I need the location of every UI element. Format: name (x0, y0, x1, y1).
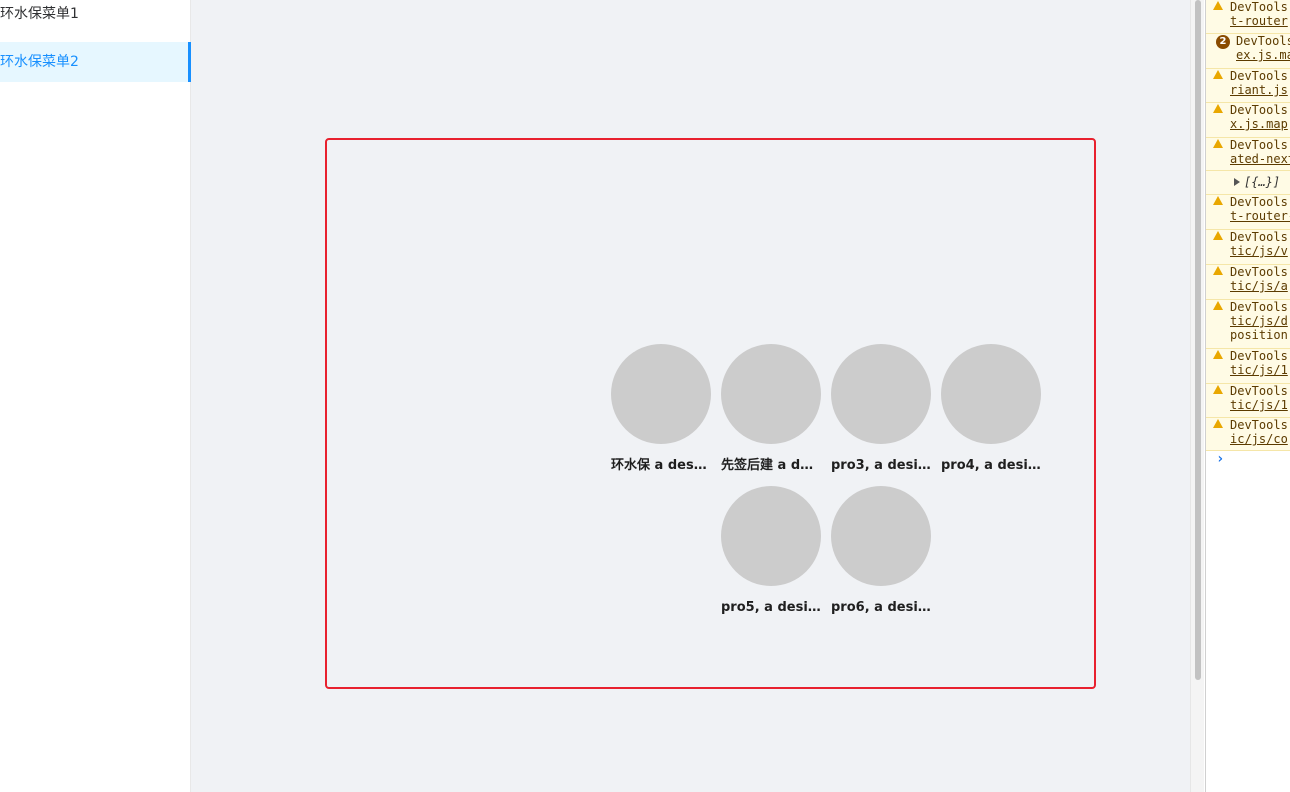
warning-icon (1213, 196, 1223, 205)
console-warning-row[interactable]: DevTools ated-next (1206, 138, 1290, 171)
console-warning-row[interactable]: DevTools tic/js/v (1206, 230, 1290, 265)
console-message: DevTools (1230, 0, 1288, 14)
project-caption: pro5, a design language (721, 600, 821, 615)
devtools-console-panel: DevTools t-router 2 DevTools ex.js.ma De… (1205, 0, 1290, 792)
console-source-link[interactable]: riant.js (1230, 83, 1288, 97)
content-frame: 环水保 a design language 先签后建 a design lang… (325, 138, 1096, 689)
warning-icon (1213, 266, 1223, 275)
console-message: DevTools (1230, 138, 1288, 152)
console-message: DevTools (1230, 384, 1288, 398)
main-content: 环水保 a design language 先签后建 a design lang… (191, 0, 1190, 792)
console-message: DevTools (1230, 69, 1288, 83)
repeat-count-badge: 2 (1216, 35, 1230, 49)
warning-icon (1213, 1, 1223, 10)
project-avatar (721, 344, 821, 444)
project-avatar (831, 486, 931, 586)
console-warning-row[interactable]: DevTools ic/js/co (1206, 418, 1290, 451)
warning-icon (1213, 104, 1223, 113)
console-source-link[interactable]: tic/js/1 (1230, 363, 1288, 377)
sidebar-item-menu1[interactable]: 环水保菜单1 (0, 0, 191, 34)
project-card[interactable]: pro6, a design language (831, 486, 931, 616)
project-caption: pro3, a design language (831, 458, 931, 473)
console-source-link[interactable]: tic/js/d (1230, 314, 1288, 328)
warning-icon (1213, 385, 1223, 394)
sidebar-item-menu2[interactable]: 环水保菜单2 (0, 42, 191, 82)
warning-icon (1213, 70, 1223, 79)
warning-icon (1213, 139, 1223, 148)
console-message: DevTools (1230, 418, 1288, 432)
project-caption: 环水保 a design language (611, 458, 711, 473)
scrollbar-thumb[interactable] (1195, 0, 1201, 680)
project-card[interactable]: 先签后建 a design language (721, 344, 821, 474)
console-source-link[interactable]: ated-next (1230, 152, 1290, 166)
project-avatar (831, 344, 931, 444)
console-message: DevTools (1230, 300, 1288, 314)
console-source-link[interactable]: tic/js/1 (1230, 398, 1288, 412)
project-card[interactable]: pro5, a design language (721, 486, 821, 616)
console-source-link[interactable]: ex.js.ma (1236, 48, 1290, 62)
console-warning-row[interactable]: DevTools tic/js/d position (1206, 300, 1290, 349)
project-avatar (941, 344, 1041, 444)
project-caption: pro6, a design language (831, 600, 931, 615)
warning-icon (1213, 301, 1223, 310)
project-caption: pro4, a design language (941, 458, 1041, 473)
console-message: DevTools (1230, 230, 1288, 244)
page-scrollbar[interactable] (1190, 0, 1204, 792)
console-message: DevTools (1230, 349, 1288, 363)
console-warning-row[interactable]: DevTools tic/js/a (1206, 265, 1290, 300)
project-avatar (721, 486, 821, 586)
console-message: DevTools (1230, 103, 1288, 117)
console-warning-row[interactable]: 2 DevTools ex.js.ma (1206, 34, 1290, 69)
console-warning-row[interactable]: DevTools t-router- (1206, 195, 1290, 230)
object-preview-text: [{…}] (1244, 175, 1281, 189)
project-card[interactable]: 环水保 a design language (611, 344, 711, 474)
project-card[interactable]: pro3, a design language (831, 344, 931, 474)
project-card[interactable]: pro4, a design language (941, 344, 1041, 474)
sidebar-menu: 环水保菜单1 环水保菜单2 (0, 0, 191, 792)
console-source-link[interactable]: t-router (1230, 14, 1288, 28)
console-source-link[interactable]: tic/js/a (1230, 279, 1288, 293)
console-source-link[interactable]: t-router- (1230, 209, 1290, 223)
console-warning-row[interactable]: DevTools tic/js/1 (1206, 349, 1290, 384)
console-warning-row[interactable]: DevTools t-router (1206, 0, 1290, 34)
warning-icon (1213, 419, 1223, 428)
project-avatar (611, 344, 711, 444)
console-warning-row[interactable]: DevTools riant.js (1206, 69, 1290, 103)
console-warning-row[interactable]: DevTools x.js.map (1206, 103, 1290, 138)
console-source-link[interactable]: tic/js/v (1230, 244, 1288, 258)
warning-icon (1213, 231, 1223, 240)
warning-icon (1213, 350, 1223, 359)
console-prompt-icon[interactable]: › (1216, 451, 1224, 467)
project-caption: 先签后建 a design language (721, 458, 821, 473)
console-message: DevTools (1236, 34, 1290, 48)
console-object-preview[interactable]: [{…}] (1206, 171, 1290, 195)
expand-triangle-icon[interactable] (1234, 178, 1240, 186)
console-message: DevTools (1230, 195, 1288, 209)
console-source-link[interactable]: ic/js/co (1230, 432, 1288, 446)
console-source-link[interactable]: x.js.map (1230, 117, 1288, 131)
console-message-continued: position (1230, 328, 1288, 342)
console-warning-row[interactable]: DevTools tic/js/1 (1206, 384, 1290, 418)
console-message: DevTools (1230, 265, 1288, 279)
